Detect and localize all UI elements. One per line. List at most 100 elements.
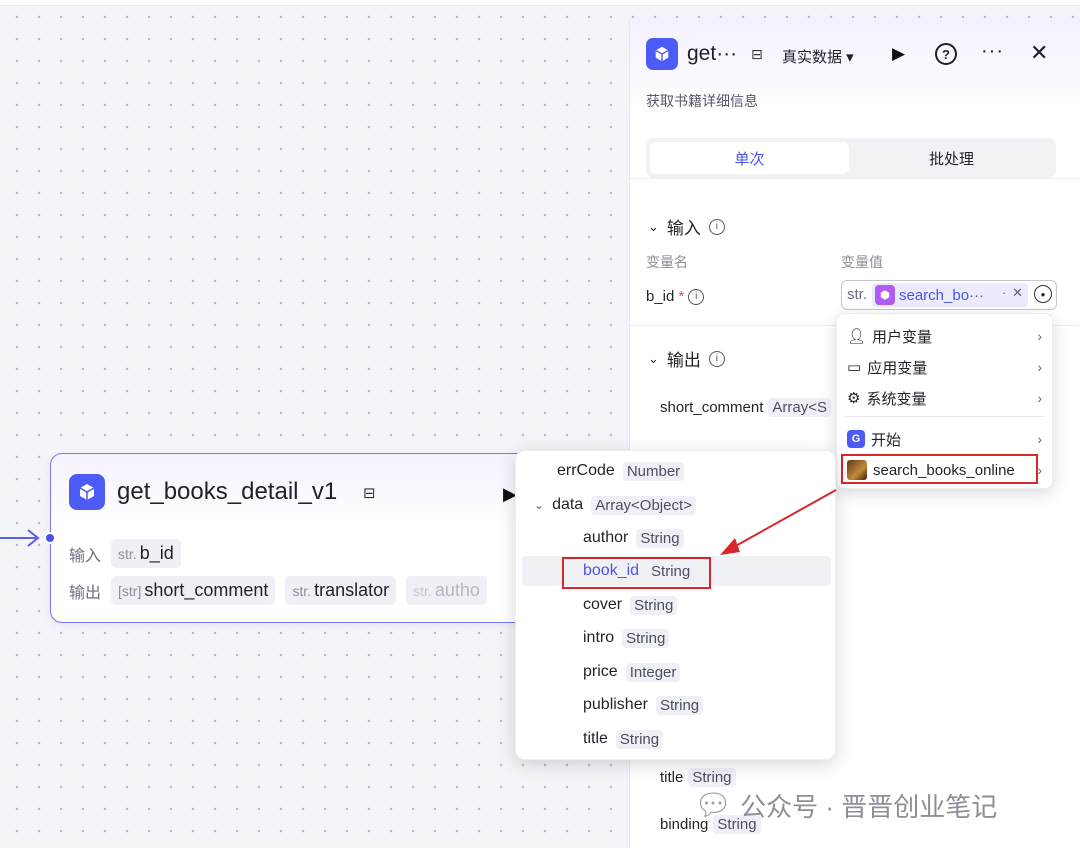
field-name: intro xyxy=(583,629,615,646)
data-mode-select[interactable]: 真实数据 ▾ xyxy=(782,46,854,67)
field-type: Array<Object> xyxy=(591,495,696,515)
field-name: price xyxy=(583,663,618,680)
field-type: String xyxy=(655,695,704,715)
chip-name: autho xyxy=(434,580,480,600)
variable-name-text: b_id xyxy=(646,288,675,305)
field-name: data xyxy=(552,496,584,513)
variable-name: b_id * i xyxy=(646,288,705,305)
field-row[interactable]: intro String xyxy=(516,623,837,653)
menu-item-label: 系统变量 xyxy=(866,390,927,408)
menu-item-label: 开始 xyxy=(871,431,902,449)
field-name: title xyxy=(583,730,608,747)
chevron-right-icon: › xyxy=(1037,390,1042,406)
input-label: 输入 xyxy=(69,547,102,565)
field-row[interactable]: author String xyxy=(516,523,837,553)
variable-source-menu: 👤︎ 用户变量 › ▭ 应用变量 › ⚙ 系统变量 › G 开始 › search_books_… xyxy=(836,313,1053,489)
field-type: Integer xyxy=(625,662,681,682)
more-icon[interactable]: ··· xyxy=(981,40,1004,63)
chip-name: short_comment xyxy=(144,580,269,600)
panel-header: get··· ⊟ 真实数据 ▾ ▶ ? ··· ✕ 获取书籍详细信息 xyxy=(630,18,1080,120)
watermark: 💬︎ 公众号 · 晋晋创业笔记 xyxy=(694,787,997,824)
divider xyxy=(630,178,1080,179)
output-chip: str. autho xyxy=(406,576,487,605)
cube-icon xyxy=(69,474,105,510)
node-output-row: 输出 [str] short_comment str. translator str… xyxy=(69,576,487,605)
tab-batch[interactable]: 批处理 xyxy=(851,142,1052,174)
cube-icon xyxy=(646,38,678,70)
output-section-title: 输出 xyxy=(666,351,701,370)
field-row[interactable]: price Integer xyxy=(516,657,837,687)
output-field-type: Array<S xyxy=(768,398,831,417)
output-field-name: short_comment xyxy=(660,399,764,416)
field-name: errCode xyxy=(557,462,615,479)
chevron-right-icon: › xyxy=(1037,359,1042,375)
chevron-down-icon: ⌄ xyxy=(648,218,659,234)
variable-picker-icon[interactable]: ● xyxy=(1034,285,1052,303)
field-name: cover xyxy=(583,596,623,613)
output-field-name: title xyxy=(660,769,684,786)
input-section-title: 输入 xyxy=(666,219,701,238)
info-icon: i xyxy=(688,288,705,305)
separator-dot: · xyxy=(1002,285,1007,300)
field-type: String xyxy=(615,729,664,749)
chevron-right-icon: › xyxy=(1037,431,1042,447)
chevron-right-icon: › xyxy=(1037,328,1042,344)
gear-icon: ⚙ xyxy=(847,390,861,407)
start-node-icon: G xyxy=(847,430,865,448)
store-icon: ⊟ xyxy=(363,485,376,502)
chip-type: [str] xyxy=(118,582,142,599)
output-chip: [str] short_comment xyxy=(111,576,276,605)
input-chip: str. b_id xyxy=(111,539,181,568)
field-row[interactable]: ⌄ data Array<Object> xyxy=(516,490,837,520)
input-port[interactable] xyxy=(44,532,56,544)
field-row[interactable]: cover String xyxy=(516,590,837,620)
field-type: String xyxy=(630,595,678,615)
chip-type: str. xyxy=(413,582,432,599)
field-row[interactable]: publisher String xyxy=(516,690,837,720)
menu-item-user-variables[interactable]: 👤︎ 用户变量 › xyxy=(837,321,1054,351)
field-type: String xyxy=(622,628,670,648)
run-icon[interactable]: ▶ xyxy=(892,44,905,64)
help-icon[interactable]: ? xyxy=(935,43,957,65)
menu-divider xyxy=(845,416,1045,417)
top-edge xyxy=(0,0,1080,6)
close-icon[interactable]: ✕ xyxy=(1030,40,1048,66)
output-chip: str. translator xyxy=(285,576,397,605)
field-row[interactable]: errCode Number xyxy=(516,456,837,486)
variable-value-field[interactable]: str. search_bo··· · ✕ ● xyxy=(841,280,1057,310)
output-section-header[interactable]: ⌄ 输出 i xyxy=(648,346,725,371)
menu-item-system-variables[interactable]: ⚙ 系统变量 › xyxy=(837,383,1054,413)
highlight-box xyxy=(841,454,1038,484)
folder-icon: ▭ xyxy=(847,359,862,376)
wechat-icon: 💬︎ xyxy=(694,789,733,822)
info-icon: i xyxy=(708,218,725,235)
input-section-header[interactable]: ⌄ 输入 i xyxy=(648,214,725,239)
reference-name: search_bo··· xyxy=(899,286,985,304)
menu-item-start[interactable]: G 开始 › xyxy=(837,424,1054,454)
column-header-name: 变量名 xyxy=(646,254,688,270)
field-type: Number xyxy=(622,461,685,481)
clear-icon[interactable]: ✕ xyxy=(1012,285,1023,301)
field-row[interactable]: title String xyxy=(516,724,837,754)
chip-type: str. xyxy=(292,582,312,599)
value-type: str. xyxy=(847,286,868,303)
field-name: author xyxy=(583,529,629,546)
menu-item-app-variables[interactable]: ▭ 应用变量 › xyxy=(837,352,1054,382)
user-icon: 👤︎ xyxy=(847,328,867,345)
panel-description: 获取书籍详细信息 xyxy=(646,93,758,109)
menu-item-label: 应用变量 xyxy=(867,359,928,377)
highlight-box xyxy=(562,557,711,589)
output-field-row: short_comment Array<S xyxy=(660,398,831,417)
chip-name: b_id xyxy=(139,543,174,563)
field-type: String xyxy=(636,528,684,548)
chevron-right-icon: › xyxy=(1037,462,1042,478)
chip-type: str. xyxy=(118,545,137,562)
output-field-type: String xyxy=(688,768,736,787)
column-header-value: 变量值 xyxy=(841,254,883,270)
chevron-down-icon: ⌄ xyxy=(648,350,659,366)
node-title: get_books_detail_v1 xyxy=(117,478,338,505)
field-dropdown: errCode Number ⌄ data Array<Object> author… xyxy=(515,450,836,760)
tab-single[interactable]: 单次 xyxy=(650,142,849,174)
output-label: 输出 xyxy=(69,584,102,602)
menu-item-label: 用户变量 xyxy=(872,328,933,346)
